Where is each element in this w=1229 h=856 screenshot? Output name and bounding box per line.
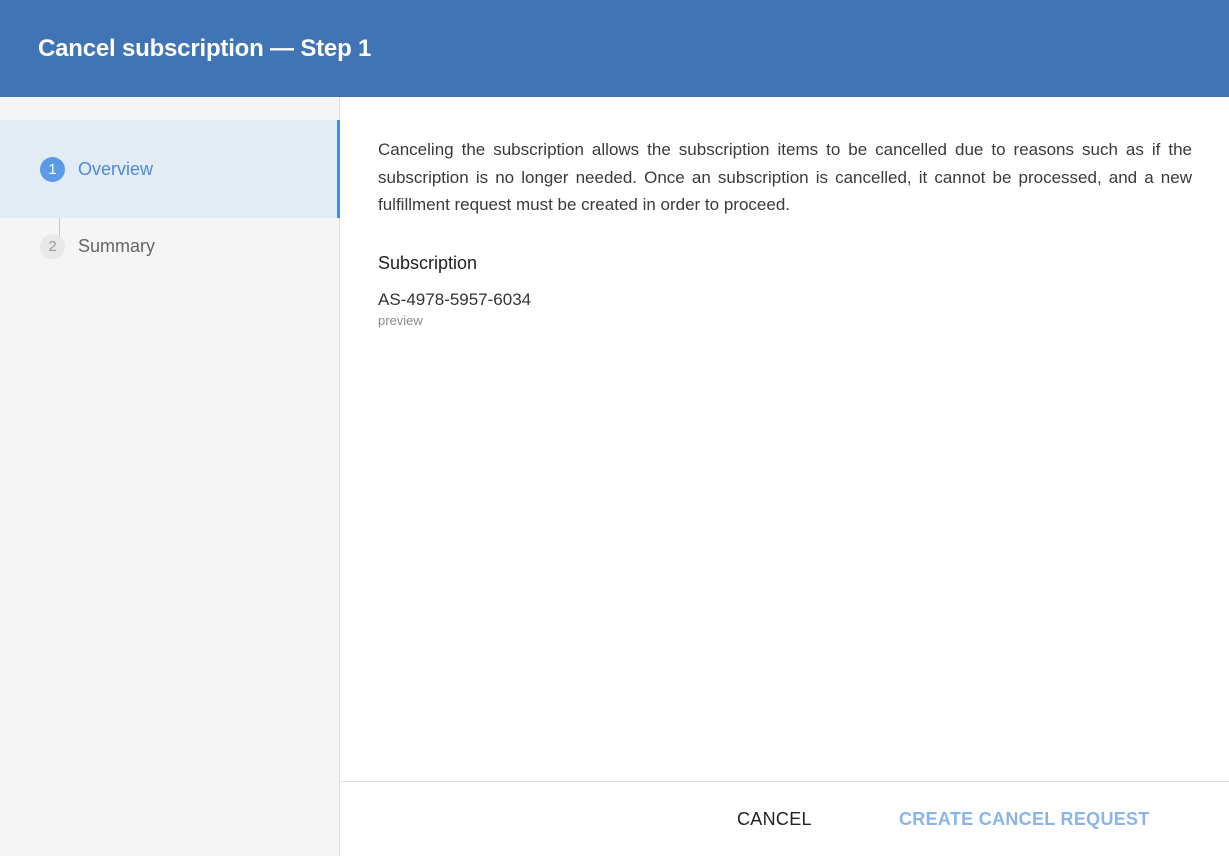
step-content: Canceling the subscription allows the su…	[341, 97, 1229, 781]
step-summary[interactable]: 2 Summary	[0, 218, 340, 274]
step-overview[interactable]: 1 Overview	[0, 120, 340, 218]
create-cancel-request-button[interactable]: CREATE CANCEL REQUEST	[899, 809, 1150, 830]
step-label: Overview	[78, 158, 154, 179]
dialog-header: Cancel subscription — Step 1	[0, 0, 1229, 97]
step-label: Summary	[78, 235, 156, 256]
dialog-title: Cancel subscription — Step 1	[38, 34, 372, 62]
subscription-id: AS-4978-5957-6034	[378, 289, 532, 309]
description-text: Canceling the subscription allows the su…	[378, 140, 1192, 214]
dialog-footer: CANCEL CREATE CANCEL REQUEST	[341, 781, 1229, 856]
step-number-badge: 2	[40, 233, 65, 259]
subscription-subtext: preview	[378, 312, 423, 328]
subscription-label: Subscription	[378, 252, 478, 273]
cancel-button[interactable]: CANCEL	[737, 809, 812, 830]
stepper-sidebar: 1 Overview 2 Summary	[0, 97, 340, 856]
step-number-badge: 1	[40, 156, 65, 182]
